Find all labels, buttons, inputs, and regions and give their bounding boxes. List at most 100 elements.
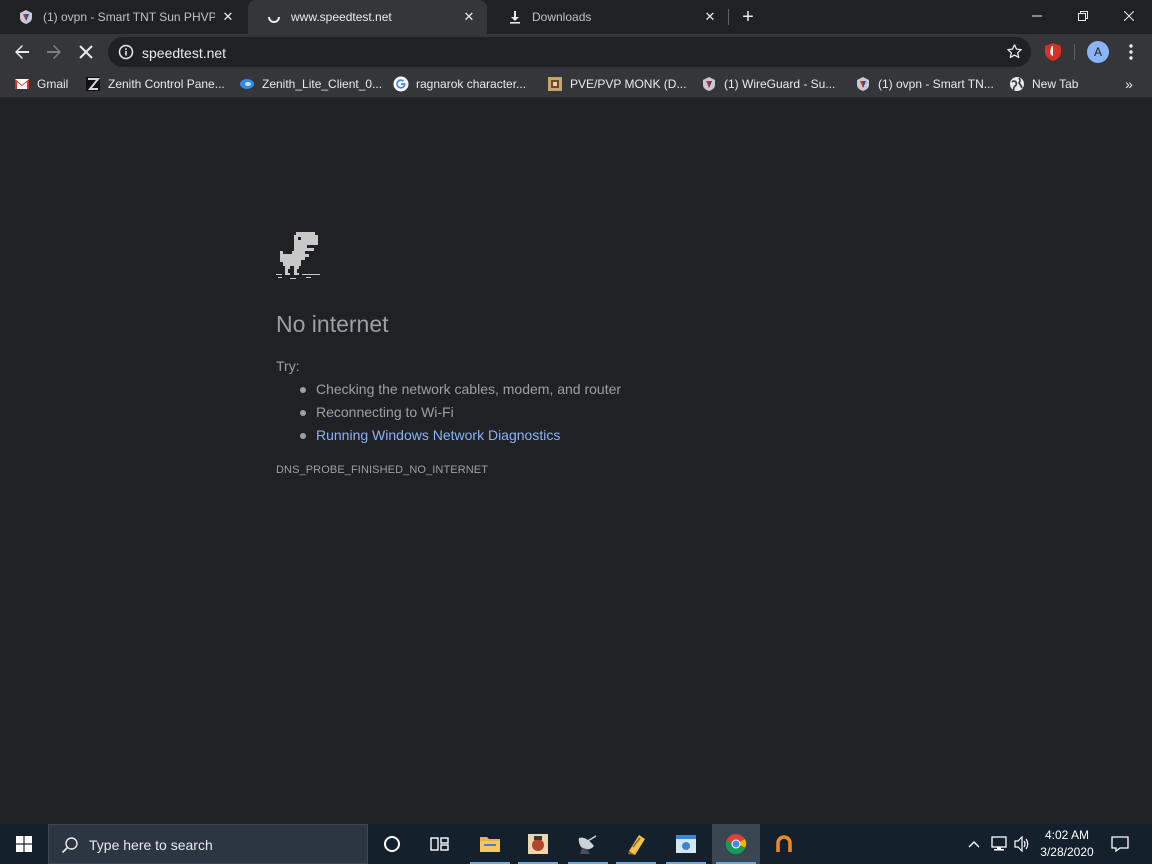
task-view-button[interactable] bbox=[416, 824, 464, 864]
loading-spinner-icon bbox=[268, 16, 280, 23]
close-icon bbox=[1124, 11, 1134, 21]
download-icon bbox=[510, 11, 520, 24]
bookmark-ragnarok[interactable]: ragnarok character... bbox=[393, 75, 526, 93]
horseshoe-icon bbox=[776, 835, 792, 852]
address-bar[interactable]: speedtest.net bbox=[108, 37, 1031, 67]
zenith-icon bbox=[86, 77, 101, 91]
new-tab-button[interactable]: + bbox=[737, 6, 759, 28]
vpn-logo-icon bbox=[20, 10, 32, 24]
more-vert-icon bbox=[1129, 44, 1133, 60]
tab-downloads[interactable]: Downloads ✕ bbox=[489, 0, 728, 34]
bookmarks-overflow-button[interactable]: » bbox=[1120, 75, 1138, 93]
toolbar-separator bbox=[1074, 44, 1075, 60]
bookmark-label: Zenith_Lite_Client_0... bbox=[262, 77, 383, 91]
network-icon bbox=[991, 836, 1007, 851]
arrow-left-icon bbox=[15, 45, 29, 59]
suggestion-item: Reconnecting to Wi-Fi bbox=[300, 404, 454, 420]
windows-taskbar: Type here to search 4:02 AM 3/28/2020 bbox=[0, 824, 1152, 864]
app-window-icon bbox=[676, 835, 696, 853]
url-text[interactable]: speedtest.net bbox=[142, 45, 226, 61]
profile-avatar[interactable]: A bbox=[1087, 41, 1109, 63]
extension-icon[interactable] bbox=[1043, 42, 1063, 62]
taskbar-clock[interactable]: 4:02 AM 3/28/2020 bbox=[1030, 827, 1104, 861]
taskbar-chrome[interactable] bbox=[712, 824, 760, 864]
try-label: Try: bbox=[276, 358, 300, 374]
search-placeholder: Type here to search bbox=[89, 837, 213, 853]
error-code: DNS_PROBE_FINISHED_NO_INTERNET bbox=[276, 464, 489, 476]
error-page: No internet Try: Checking the network ca… bbox=[0, 99, 1152, 824]
restore-button[interactable] bbox=[1060, 0, 1106, 32]
bookmark-label: ragnarok character... bbox=[416, 77, 527, 91]
forward-button[interactable] bbox=[40, 38, 68, 66]
cortana-button[interactable] bbox=[368, 824, 416, 864]
close-window-button[interactable] bbox=[1106, 0, 1152, 32]
tab-title: (1) ovpn - Smart TNT Sun PHVPN bbox=[43, 10, 215, 24]
cortana-icon bbox=[384, 836, 400, 852]
tab-ovpn[interactable]: (1) ovpn - Smart TNT Sun PHVPN ✕ bbox=[0, 0, 246, 34]
minimize-button[interactable] bbox=[1014, 0, 1060, 32]
folder-icon bbox=[480, 837, 500, 852]
back-button[interactable] bbox=[8, 38, 36, 66]
bookmark-zenith-lite[interactable]: Zenith_Lite_Client_0... bbox=[239, 75, 382, 93]
taskbar-app-window[interactable] bbox=[662, 824, 710, 864]
network-diagnostics-link[interactable]: Running Windows Network Diagnostics bbox=[316, 427, 560, 443]
bookmarks-bar: Gmail Zenith Control Pane... Zenith_Lite… bbox=[0, 70, 1152, 98]
info-icon[interactable] bbox=[118, 44, 134, 60]
bookmark-ovpn[interactable]: (1) ovpn - Smart TN... bbox=[855, 75, 994, 93]
taskbar-app-sticky[interactable] bbox=[612, 824, 660, 864]
suggestion-text: Reconnecting to Wi-Fi bbox=[316, 404, 454, 420]
bullet bbox=[300, 410, 306, 417]
taskbar-app-orange[interactable] bbox=[760, 824, 808, 864]
bookmark-new-tab[interactable]: New Tab bbox=[1009, 75, 1078, 93]
bookmark-gmail[interactable]: Gmail bbox=[14, 75, 68, 93]
bullet bbox=[300, 387, 306, 394]
network-tray-button[interactable] bbox=[988, 824, 1010, 864]
clock-time: 4:02 AM bbox=[1044, 828, 1090, 842]
close-tab-icon[interactable]: ✕ bbox=[220, 9, 236, 25]
suggestion-item: Checking the network cables, modem, and … bbox=[300, 381, 621, 397]
bookmark-label: Zenith Control Pane... bbox=[108, 77, 225, 91]
close-tab-icon[interactable]: ✕ bbox=[702, 9, 718, 25]
taskbar-search-box[interactable]: Type here to search bbox=[48, 824, 368, 864]
browser-toolbar: speedtest.net A bbox=[0, 34, 1152, 70]
error-headline: No internet bbox=[276, 311, 389, 337]
stop-loading-button[interactable] bbox=[72, 38, 100, 66]
arrow-right-icon bbox=[47, 45, 61, 59]
tab-title: Downloads bbox=[532, 10, 592, 24]
zenith-lite-icon bbox=[240, 79, 254, 89]
bookmark-label: Gmail bbox=[37, 77, 69, 91]
taskbar-file-explorer[interactable] bbox=[466, 824, 514, 864]
start-button[interactable] bbox=[0, 824, 48, 864]
gmail-icon bbox=[15, 79, 29, 89]
vpn-logo-icon bbox=[857, 77, 869, 91]
tab-speedtest[interactable]: www.speedtest.net ✕ bbox=[248, 0, 487, 34]
tab-title: www.speedtest.net bbox=[291, 10, 392, 24]
bookmark-pve-pvp-monk[interactable]: PVE/PVP MONK (D... bbox=[547, 75, 686, 93]
game-icon bbox=[548, 77, 562, 91]
bookmark-label: (1) WireGuard - Su... bbox=[724, 77, 836, 91]
action-center-button[interactable] bbox=[1106, 824, 1134, 864]
search-icon bbox=[61, 837, 78, 854]
bullet bbox=[300, 433, 306, 440]
task-view-icon bbox=[430, 837, 449, 851]
google-icon bbox=[393, 76, 409, 92]
bookmark-label: New Tab bbox=[1032, 77, 1079, 91]
satellite-dish-icon bbox=[578, 835, 597, 854]
menu-button[interactable] bbox=[1121, 40, 1141, 64]
bookmark-zenith-control[interactable]: Zenith Control Pane... bbox=[85, 75, 225, 93]
tab-strip: (1) ovpn - Smart TNT Sun PHVPN ✕ www.spe… bbox=[0, 0, 1152, 34]
dino-icon bbox=[276, 232, 320, 279]
chrome-icon bbox=[725, 834, 747, 855]
close-icon bbox=[79, 45, 93, 59]
bookmark-label: PVE/PVP MONK (D... bbox=[570, 77, 687, 91]
game-app-icon bbox=[528, 834, 548, 854]
vpn-logo-icon bbox=[703, 77, 715, 91]
close-tab-icon[interactable]: ✕ bbox=[461, 9, 477, 25]
show-hidden-icons-button[interactable] bbox=[964, 824, 984, 864]
taskbar-app-satellite[interactable] bbox=[564, 824, 612, 864]
bookmark-wireguard[interactable]: (1) WireGuard - Su... bbox=[701, 75, 835, 93]
windows-logo-icon bbox=[16, 836, 32, 852]
taskbar-app-game[interactable] bbox=[514, 824, 562, 864]
bookmark-star-icon[interactable] bbox=[1006, 43, 1023, 60]
bookmark-label: (1) ovpn - Smart TN... bbox=[878, 77, 994, 91]
